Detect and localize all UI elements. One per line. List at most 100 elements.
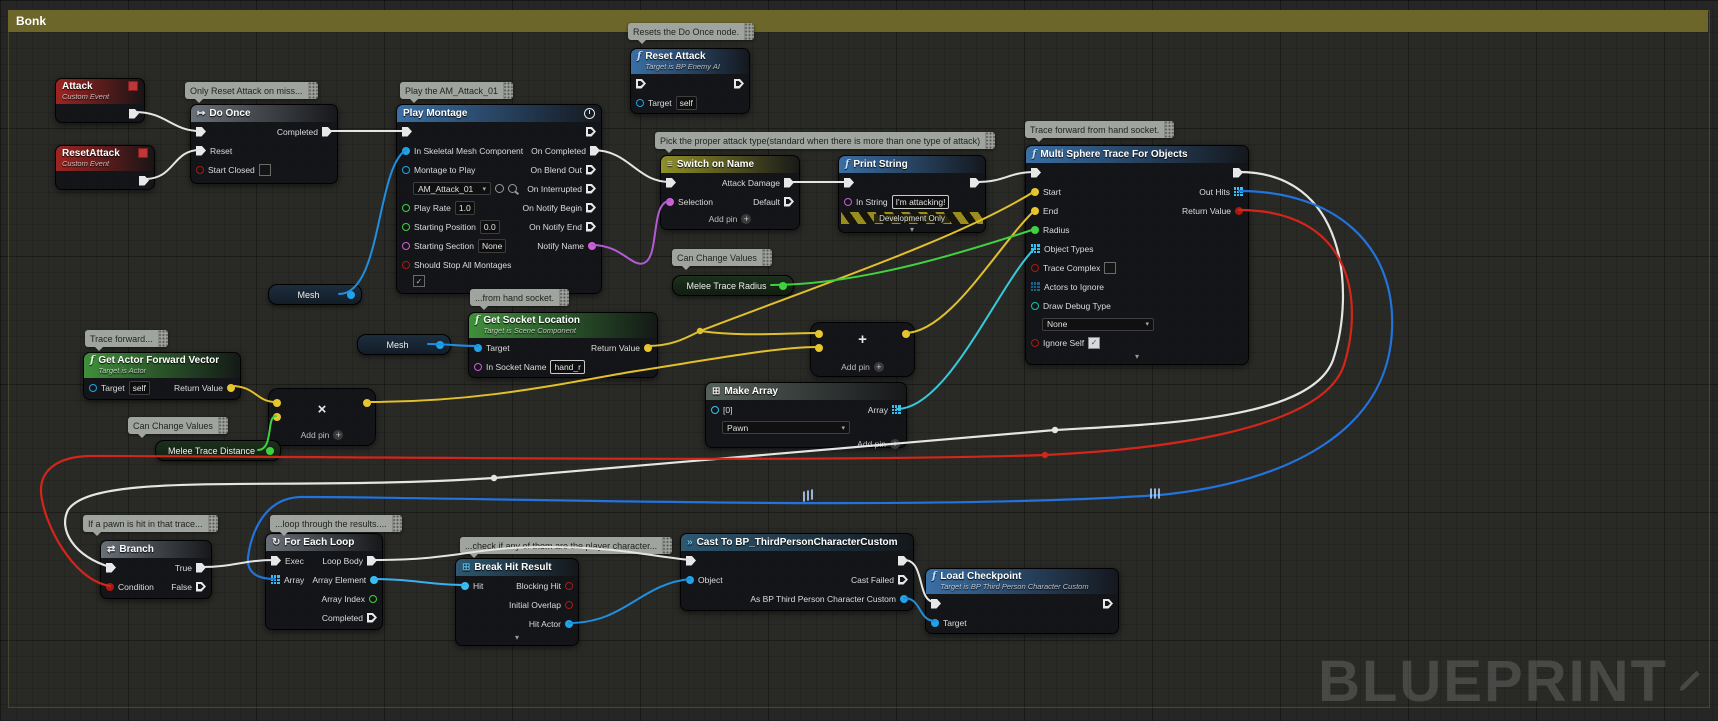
return-value-pin[interactable] (1235, 206, 1243, 215)
expand-chevron-icon[interactable]: ▾ (1026, 352, 1248, 364)
montage-dropdown[interactable]: AM_Attack_01 ▾ (413, 182, 491, 195)
expand-chevron-icon[interactable]: ▾ (839, 225, 985, 237)
on-interrupted-pin[interactable] (586, 184, 596, 194)
on-notify-begin-pin[interactable] (586, 203, 596, 213)
variable-out-pin[interactable] (779, 281, 787, 290)
variable-out-pin[interactable] (266, 446, 274, 455)
array-index-pin[interactable] (369, 594, 377, 603)
node-make-array[interactable]: ⊞ Make Array [0] Array Pawn ▾ Add pin + (705, 382, 907, 449)
loop-body-pin[interactable] (367, 556, 377, 566)
exec-out-pin[interactable] (139, 176, 149, 186)
socket-name-field[interactable]: hand_r (550, 359, 585, 374)
in-socket-name-pin[interactable] (474, 362, 482, 371)
should-stop-checkbox[interactable] (413, 275, 425, 287)
exec-out-pin[interactable] (734, 79, 744, 89)
draw-debug-dropdown[interactable]: None ▾ (1042, 317, 1154, 331)
ignore-self-pin[interactable] (1031, 338, 1039, 347)
exec-in-pin[interactable] (666, 178, 676, 188)
exec-in-pin[interactable] (844, 178, 854, 188)
attack-damage-pin[interactable] (784, 178, 794, 188)
exec-in-pin[interactable] (686, 556, 696, 566)
array-out-pin[interactable] (892, 405, 901, 414)
object-types-array-pin[interactable] (1031, 244, 1040, 253)
cast-failed-pin[interactable] (898, 575, 908, 585)
variable-out-pin[interactable] (347, 290, 355, 299)
add-pin-button[interactable]: Add pin + (811, 359, 914, 375)
delegate-pin[interactable] (138, 148, 148, 158)
node-branch[interactable]: ⇄ Branch True Condition False (100, 540, 212, 599)
on-blend-out-pin[interactable] (586, 165, 596, 175)
variable-melee-trace-distance[interactable]: Melee Trace Distance (155, 440, 281, 461)
in-string-field[interactable]: I'm attacking! (891, 194, 950, 209)
comment-title-bar[interactable]: Bonk (8, 10, 1708, 32)
variable-melee-trace-radius[interactable]: Melee Trace Radius (672, 275, 794, 296)
start-closed-checkbox[interactable] (258, 163, 271, 176)
exec-out-pin[interactable] (322, 127, 332, 137)
target-field[interactable]: self (128, 380, 150, 395)
exec-in-pin[interactable] (636, 79, 646, 89)
multiply-input-a-pin[interactable] (273, 399, 281, 407)
exec-out-pin[interactable] (1233, 168, 1243, 178)
node-comment[interactable]: Trace forward from hand socket. (1025, 121, 1175, 142)
completed-pin[interactable] (367, 613, 377, 623)
starting-position-field[interactable]: 0.0 (479, 219, 500, 234)
target-pin[interactable] (636, 98, 644, 107)
variable-mesh[interactable]: Mesh (268, 284, 362, 305)
array-element-pin[interactable] (370, 575, 379, 584)
node-print-string[interactable]: f Print String In String I'm attacking! De… (838, 155, 986, 234)
node-play-montage[interactable]: Play Montage In Skeletal Mesh Component O… (396, 104, 602, 294)
end-pin[interactable] (1031, 206, 1039, 215)
false-pin[interactable] (196, 582, 206, 592)
return-value-pin[interactable] (644, 343, 652, 352)
multiply-output-pin[interactable] (363, 399, 371, 407)
exec-in-pin[interactable] (271, 556, 281, 566)
actors-to-ignore-array-pin[interactable] (1031, 282, 1040, 291)
exec-out-pin[interactable] (129, 109, 139, 119)
play-rate-pin[interactable] (402, 203, 410, 212)
exec-in-pin[interactable] (931, 599, 941, 609)
node-attack-event[interactable]: Attack Custom Event (55, 78, 145, 123)
trace-complex-pin[interactable] (1031, 263, 1039, 272)
node-comment[interactable]: ...check if any of them are the player c… (460, 537, 673, 558)
exec-out-pin[interactable] (1103, 599, 1113, 609)
node-comment[interactable]: Only Reset Attack on miss... (185, 82, 318, 103)
node-get-forward-vector[interactable]: f Get Actor Forward Vector Target is Act… (83, 352, 241, 400)
exec-out-pin[interactable] (970, 178, 980, 188)
object-pin[interactable] (686, 575, 694, 584)
add-input-a-pin[interactable] (815, 330, 823, 338)
selection-pin[interactable] (666, 197, 674, 206)
exec-in-pin[interactable] (196, 127, 206, 137)
node-get-socket-location[interactable]: f Get Socket Location Target is Scene Co… (468, 312, 658, 378)
array-in-pin[interactable] (271, 575, 280, 584)
reset-exec-pin[interactable] (196, 146, 206, 156)
node-switch-on-name[interactable]: ≡ Switch on Name Attack Damage Selection D… (660, 155, 800, 230)
variable-mesh[interactable]: Mesh (357, 334, 451, 355)
add-output-pin[interactable] (902, 330, 910, 338)
starting-section-field[interactable]: None (478, 238, 507, 253)
starting-section-pin[interactable] (402, 241, 410, 250)
array-element-0-pin[interactable] (711, 405, 719, 414)
default-pin[interactable] (784, 197, 794, 207)
node-comment[interactable]: Resets the Do Once node. (628, 23, 755, 44)
start-closed-pin[interactable] (196, 165, 204, 174)
radius-pin[interactable] (1031, 225, 1039, 234)
browse-asset-icon[interactable] (508, 184, 517, 193)
draw-debug-type-pin[interactable] (1031, 301, 1039, 310)
play-rate-field[interactable]: 1.0 (454, 200, 475, 215)
node-comment[interactable]: If a pawn is hit in that trace... (83, 515, 218, 536)
exec-out-pin[interactable] (586, 127, 596, 137)
on-completed-pin[interactable] (590, 146, 600, 156)
multiply-input-b-pin[interactable] (273, 413, 281, 421)
out-hits-array-pin[interactable] (1234, 187, 1243, 196)
return-value-pin[interactable] (227, 383, 235, 392)
node-cast-to-bp-thirdpersoncharactercustom[interactable]: » Cast To BP_ThirdPersonCharacterCustom O… (680, 533, 914, 611)
use-asset-icon[interactable] (495, 184, 504, 193)
target-field[interactable]: self (675, 95, 697, 110)
starting-position-pin[interactable] (402, 222, 410, 231)
on-notify-end-pin[interactable] (586, 222, 596, 232)
trace-complex-checkbox[interactable] (1104, 261, 1117, 274)
add-pin-button[interactable]: Add pin + (661, 211, 799, 227)
expand-chevron-icon[interactable]: ▾ (456, 633, 578, 645)
condition-pin[interactable] (106, 582, 114, 591)
skeletal-mesh-pin[interactable] (402, 146, 410, 155)
